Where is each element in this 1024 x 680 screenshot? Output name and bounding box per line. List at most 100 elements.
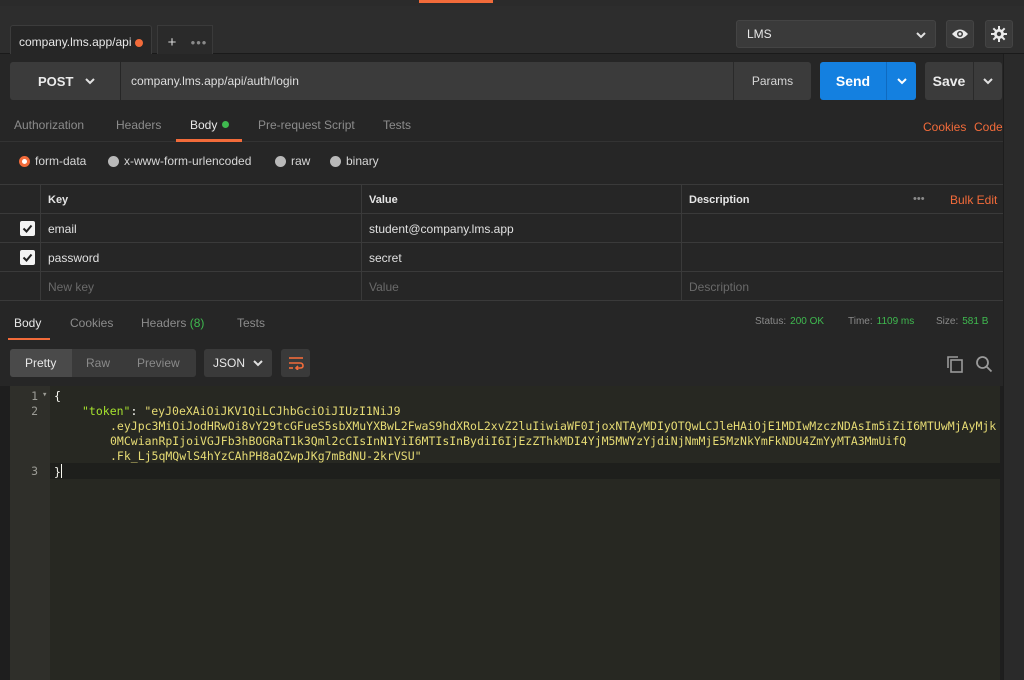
text-cursor: [60, 464, 62, 478]
response-tab-body[interactable]: Body: [14, 316, 41, 330]
send-button[interactable]: Send: [820, 62, 916, 100]
environment-select[interactable]: LMS: [736, 20, 936, 48]
environment-settings-button[interactable]: [985, 20, 1013, 48]
environment-label: LMS: [747, 27, 772, 41]
method-select[interactable]: POST: [10, 62, 120, 100]
table-row: password secret: [0, 242, 1003, 272]
radio-form-data[interactable]: form-data: [19, 154, 86, 168]
radio-binary[interactable]: binary: [330, 154, 379, 168]
view-raw-button[interactable]: Raw: [86, 356, 110, 370]
radio-raw[interactable]: raw: [275, 154, 310, 168]
row-value[interactable]: secret: [361, 243, 681, 272]
request-tab-label: company.lms.app/api: [19, 35, 132, 49]
row-key[interactable]: password: [40, 243, 361, 272]
request-url-bar: POST company.lms.app/api/auth/login Para…: [0, 54, 1024, 110]
response-tab-headers[interactable]: Headers (8): [141, 316, 204, 330]
size-label: Size:: [936, 316, 959, 327]
bulk-edit-link[interactable]: Bulk Edit: [950, 193, 997, 207]
status-value: 200 OK: [790, 316, 825, 327]
chevron-down-icon: [253, 360, 263, 367]
method-label: POST: [38, 73, 74, 89]
close-brace: }: [54, 465, 61, 479]
active-line-highlight: [50, 463, 1000, 479]
unsaved-dot-icon: [135, 39, 143, 47]
response-tabs: Body Cookies Headers (8) Tests Status: 20…: [0, 300, 1003, 341]
radio-binary-label: binary: [346, 154, 379, 168]
copy-icon[interactable]: [946, 355, 964, 373]
column-header-key: Key: [40, 185, 361, 214]
environment-quick-look-button[interactable]: [946, 20, 974, 48]
tab-body-label: Body: [190, 118, 218, 132]
tab-bar: company.lms.app/api + ••• LMS: [0, 6, 1024, 58]
response-tab-headers-label: Headers: [141, 316, 187, 330]
search-icon[interactable]: [975, 355, 993, 373]
table-header-row: Key Value Description ••• Bulk Edit: [0, 184, 1003, 214]
row-description[interactable]: [681, 243, 1003, 272]
column-header-value: Value: [361, 185, 681, 214]
json-string-part: "eyJ0eXAiOiJKV1QiLCJhbGciOiJIUzI1NiJ9: [144, 404, 401, 418]
code-close-brace: }: [54, 464, 62, 479]
row-description[interactable]: [681, 214, 1003, 243]
form-data-table: Key Value Description ••• Bulk Edit emai…: [0, 182, 1003, 301]
code-open-brace: {: [54, 389, 61, 403]
response-tab-tests[interactable]: Tests: [237, 316, 265, 330]
new-key-input[interactable]: New key: [40, 272, 361, 301]
row-enabled-checkbox[interactable]: [20, 221, 35, 236]
gear-icon: [991, 26, 1007, 42]
chevron-down-icon: [916, 32, 926, 39]
chevron-down-icon: [983, 78, 993, 85]
format-select[interactable]: JSON: [204, 349, 272, 377]
json-key: "token": [82, 404, 131, 418]
response-toolbar: Pretty Raw Preview JSON: [0, 340, 1003, 386]
send-options-button[interactable]: [886, 62, 916, 100]
row-enabled-checkbox[interactable]: [20, 250, 35, 265]
line-number: 1: [31, 389, 38, 403]
params-button[interactable]: Params: [733, 62, 811, 100]
tab-body[interactable]: Body: [190, 118, 230, 132]
status-label: Status:: [755, 316, 787, 327]
tab-authorization[interactable]: Authorization: [14, 118, 84, 132]
column-header-description: Description: [681, 185, 903, 214]
response-tab-cookies[interactable]: Cookies: [70, 316, 113, 330]
body-type-selector: form-data x-www-form-urlencoded raw bina…: [0, 142, 1024, 182]
json-string-part: .Fk_Lj5qMQwlS4hYzCAhPH8aQZwpJKg7mBdNU-2k…: [110, 449, 422, 463]
tab-prerequest-script[interactable]: Pre-request Script: [258, 118, 355, 132]
new-description-input[interactable]: Description: [681, 272, 1003, 301]
chevron-down-icon: [896, 78, 907, 85]
wrap-lines-button[interactable]: [281, 349, 310, 377]
url-input[interactable]: company.lms.app/api/auth/login: [121, 62, 733, 100]
right-scrollbar[interactable]: [1003, 54, 1024, 680]
radio-icon: [275, 155, 286, 167]
headers-count-badge: (8): [189, 316, 205, 330]
code-link[interactable]: Code: [974, 120, 1003, 134]
row-key[interactable]: email: [40, 214, 361, 243]
response-body-editor[interactable]: 1 ▾ 2 3 { "token": "eyJ0eXAiOiJKV1QiLCJh…: [10, 386, 1000, 680]
send-label: Send: [835, 73, 871, 89]
size-readout: Size: 581 B: [936, 316, 988, 327]
tab-headers[interactable]: Headers: [116, 118, 161, 132]
radio-icon: [330, 155, 341, 167]
format-label: JSON: [213, 356, 246, 370]
more-tabs-button[interactable]: •••: [186, 35, 212, 50]
radio-icon: [108, 155, 119, 167]
body-active-dot-icon: [222, 121, 230, 128]
eye-icon: [952, 29, 968, 39]
fold-arrow-icon[interactable]: ▾: [42, 390, 47, 400]
tab-tests[interactable]: Tests: [383, 118, 411, 132]
wrap-icon: [288, 357, 304, 370]
new-tab-button[interactable]: +: [158, 34, 186, 51]
save-button[interactable]: Save: [925, 62, 1002, 100]
radio-urlencoded[interactable]: x-www-form-urlencoded: [108, 154, 251, 168]
cookies-link[interactable]: Cookies: [923, 120, 966, 134]
save-options-button[interactable]: [973, 62, 1002, 100]
line-gutter: [10, 386, 50, 680]
radio-urlencoded-label: x-www-form-urlencoded: [124, 154, 252, 168]
row-value[interactable]: student@company.lms.app: [361, 214, 681, 243]
view-preview-button[interactable]: Preview: [137, 356, 180, 370]
table-more-button[interactable]: •••: [913, 193, 925, 205]
new-value-input[interactable]: Value: [361, 272, 681, 301]
view-pretty-button[interactable]: Pretty: [25, 356, 56, 370]
checkmark-icon: [22, 253, 33, 262]
radio-raw-label: raw: [291, 154, 311, 168]
json-colon: :: [130, 404, 145, 418]
